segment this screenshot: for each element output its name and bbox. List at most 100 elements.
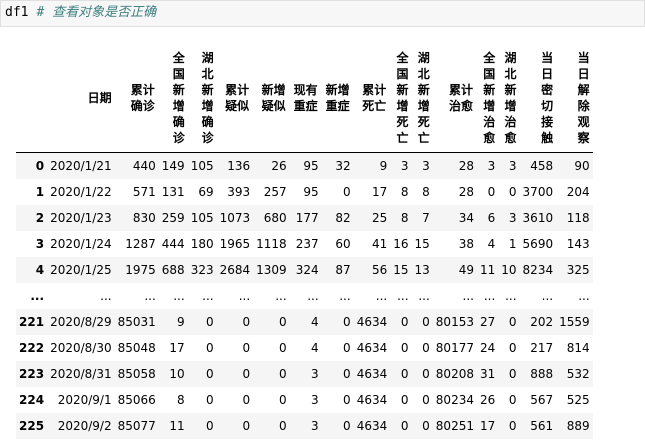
table-cell: 13 (414, 263, 430, 277)
table-cell: 0 (279, 393, 287, 407)
table-cell: 325 (566, 263, 590, 277)
table-cell: 0 (279, 367, 287, 381)
table-cell: ... (578, 289, 590, 303)
table-cell: 567 (530, 393, 554, 407)
table-cell: 3700 (522, 185, 554, 199)
table-cell: 25 (371, 211, 388, 225)
table-cell: 0 (400, 315, 409, 329)
table-cell: 561 (530, 419, 554, 433)
column-header: 累计疑似 (216, 44, 254, 153)
table-cell: 3 (508, 159, 517, 173)
column-header: 当日密切接触 (519, 44, 557, 153)
table-cell: 4634 (356, 367, 388, 381)
table-cell: 0 (422, 341, 430, 355)
table-cell: 49 (458, 263, 474, 277)
table-cell: 202 (530, 315, 554, 329)
code-input-cell[interactable]: df1 # 查看对象是否正确 (0, 0, 645, 27)
table-cell: 571 (132, 185, 156, 199)
column-header-label: 累计治愈 (448, 83, 473, 113)
table-cell: 118 (566, 211, 590, 225)
dataframe-table: 日期 累计确诊 全国新增确诊 湖北新增确诊 累计疑似 新增疑似 现有重症 新增重症 累计死亡 全国… (16, 44, 593, 439)
table-cell: 2020/1/22 (50, 185, 112, 199)
table-cell: 131 (161, 185, 185, 199)
table-cell: ... (238, 289, 251, 303)
table-row: 225 2020/9/2 85077 11 0 0 0 3 0 4634 0 0 80251 17 0 561… (16, 413, 593, 439)
table-cell: 830 (132, 211, 156, 225)
table-cell: 177 (295, 211, 319, 225)
table-cell: 0 (242, 393, 251, 407)
table-cell: 393 (227, 185, 251, 199)
table-row: 2 2020/1/23 830 259 105 1073 680 177 82 25 8 7 34 6 3 3… (16, 205, 593, 231)
table-cell: 440 (132, 159, 156, 173)
table-cell: 532 (566, 367, 590, 381)
table-cell: 0 (205, 393, 214, 407)
column-header-label: 累计疑似 (225, 83, 250, 113)
table-cell: 9 (177, 315, 185, 329)
table-cell: 149 (161, 159, 185, 173)
table-cell: 0 (422, 315, 430, 329)
table-cell: 85077 (117, 419, 156, 433)
table-cell: 56 (371, 263, 388, 277)
table-cell: ... (397, 289, 409, 303)
table-cell: 80177 (435, 341, 474, 355)
table-cell: 2020/8/29 (50, 315, 112, 329)
table-cell: 105 (190, 159, 214, 173)
column-header: 全国新增确诊 (158, 44, 188, 153)
table-cell: ... (100, 289, 112, 303)
column-header-label: 当日解除观察 (577, 51, 590, 145)
table-cell: ... (418, 289, 430, 303)
row-index: 2 (35, 211, 45, 225)
table-cell: ... (307, 289, 319, 303)
row-index: ... (30, 289, 45, 303)
table-cell: 204 (566, 185, 590, 199)
row-index: 3 (35, 237, 45, 251)
table-cell: 34 (458, 211, 474, 225)
table-cell: 1965 (219, 237, 251, 251)
table-cell: 3 (508, 211, 517, 225)
table-cell: 69 (198, 185, 214, 199)
table-cell: 8 (400, 211, 409, 225)
table-cell: 0 (343, 367, 351, 381)
table-cell: 3 (311, 419, 319, 433)
table-cell: 60 (335, 237, 351, 251)
table-cell: 0 (422, 393, 430, 407)
table-cell: 680 (263, 211, 287, 225)
column-header: 湖北新增死亡 (411, 44, 433, 153)
table-row: 222 2020/8/30 85048 17 0 0 0 4 0 4634 0 0 80177 24 0 21… (16, 335, 593, 361)
column-header-label: 全国新增确诊 (172, 51, 185, 145)
table-cell: 41 (371, 237, 388, 251)
table-cell: 80251 (435, 419, 474, 433)
table-cell: 4 (311, 315, 319, 329)
column-header: 日期 (47, 44, 115, 153)
table-cell: 85066 (117, 393, 156, 407)
table-cell: 28 (458, 185, 474, 199)
code-variable: df1 (5, 5, 29, 20)
table-cell: 0 (279, 315, 287, 329)
table-row: ........................................… (16, 283, 593, 309)
table-cell: 32 (335, 159, 351, 173)
table-cell: 136 (227, 159, 251, 173)
table-cell: 3 (487, 159, 496, 173)
table-cell: 3 (311, 393, 319, 407)
row-index: 223 (19, 367, 45, 381)
table-cell: 6 (487, 211, 496, 225)
column-header: 新增重症 (321, 44, 354, 153)
table-cell: 95 (303, 159, 319, 173)
table-cell: 17 (169, 341, 185, 355)
table-cell: 0 (343, 185, 351, 199)
table-row: 224 2020/9/1 85066 8 0 0 0 3 0 4634 0 0 80234 26 0 567 5… (16, 387, 593, 413)
table-cell: 0 (422, 367, 430, 381)
table-cell: 180 (190, 237, 214, 251)
table-cell: 0 (508, 315, 517, 329)
column-header-label: 全国新增治愈 (483, 51, 496, 145)
table-cell: 26 (479, 393, 496, 407)
table-cell: 0 (487, 185, 496, 199)
table-cell: 27 (479, 315, 496, 329)
table-cell: 0 (343, 341, 351, 355)
column-header: 新增疑似 (253, 44, 290, 153)
table-cell: 458 (530, 159, 554, 173)
row-index: 224 (19, 393, 45, 407)
index-header (16, 44, 48, 153)
table-body: 0 2020/1/21 440 149 105 136 26 95 32 9 3 3 28 3 3 458 90… (16, 152, 593, 439)
table-cell: 1 (508, 237, 517, 251)
